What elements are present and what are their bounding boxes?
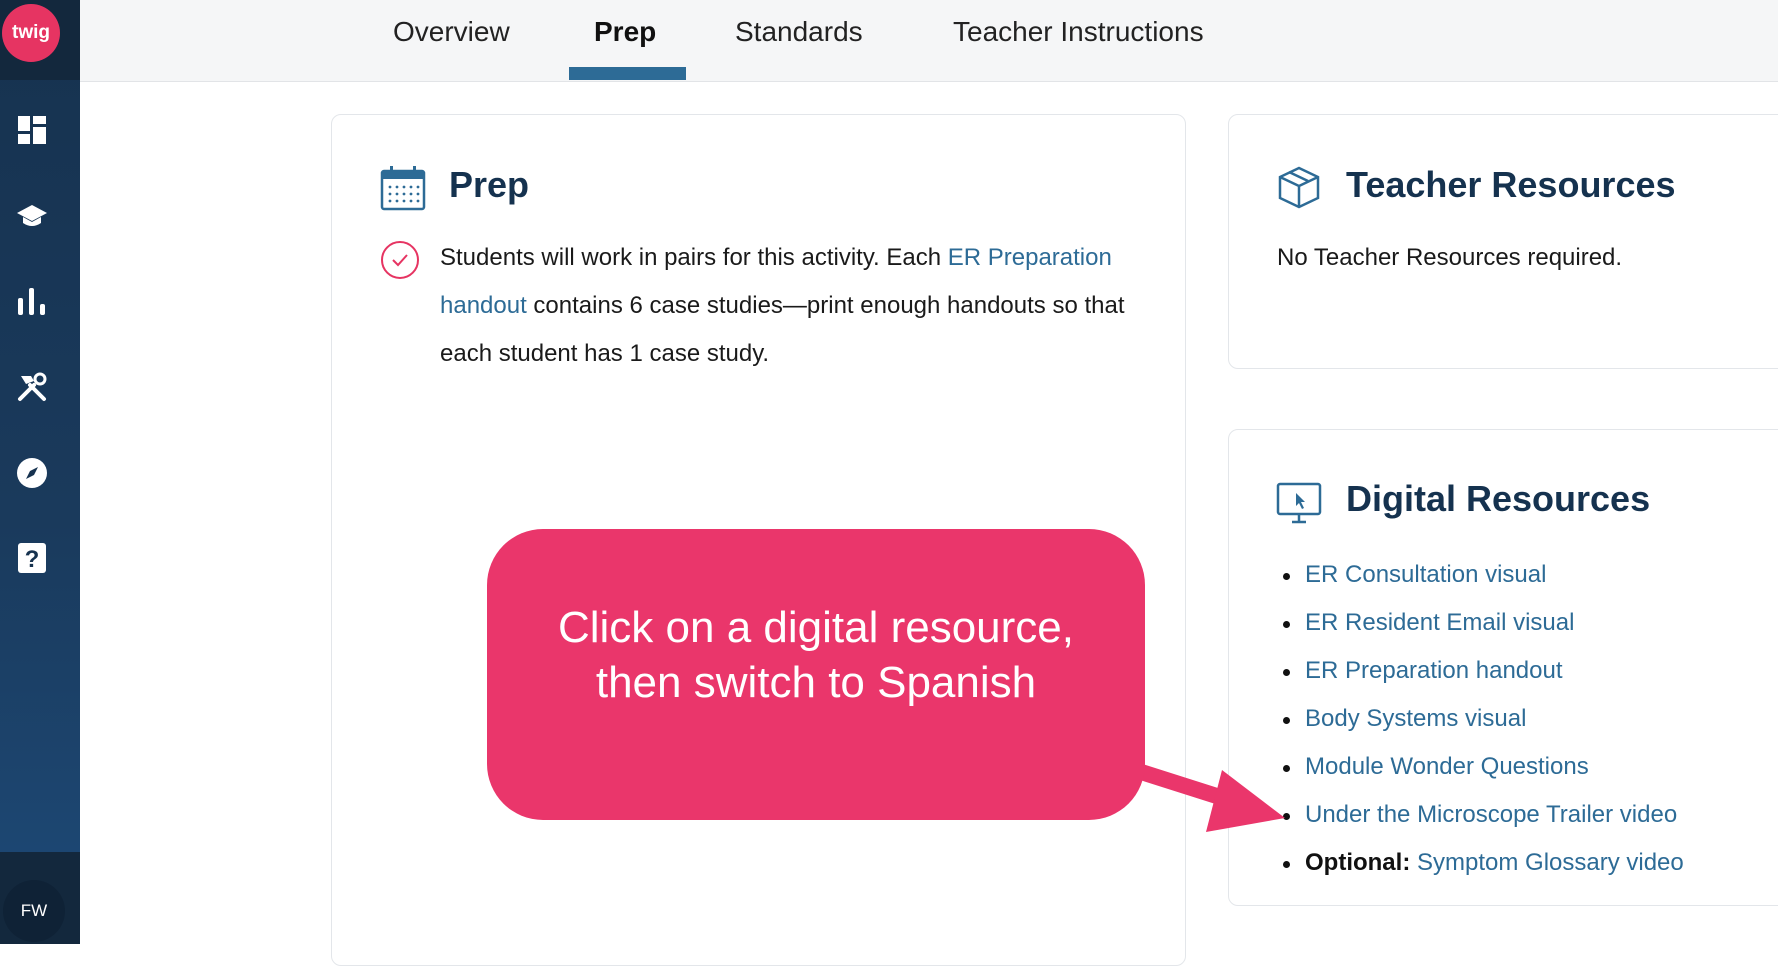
box-icon bbox=[1276, 164, 1322, 215]
callout-text: Click on a digital resource, then switch… bbox=[557, 602, 1074, 707]
callout-box: Click on a digital resource, then switch… bbox=[487, 529, 1145, 820]
list-item: Optional: Symptom Glossary video bbox=[1283, 839, 1684, 887]
compass-icon[interactable] bbox=[14, 455, 50, 491]
list-item: Under the Microscope Trailer video bbox=[1283, 791, 1684, 839]
er-consultation-visual-link[interactable]: ER Consultation visual bbox=[1305, 561, 1546, 588]
check-circle-icon bbox=[380, 240, 420, 285]
prep-instructions: Students will work in pairs for this act… bbox=[440, 244, 1125, 367]
symptom-glossary-video-link[interactable]: Symptom Glossary video bbox=[1410, 849, 1684, 876]
graduation-cap-icon[interactable] bbox=[14, 198, 50, 234]
list-item: ER Preparation handout bbox=[1283, 647, 1684, 695]
teacher-resources-text: No Teacher Resources required. bbox=[1277, 244, 1623, 271]
list-item: ER Consultation visual bbox=[1283, 551, 1684, 599]
tab-bar bbox=[80, 0, 1778, 82]
active-tab-indicator bbox=[569, 67, 686, 80]
body-systems-visual-link[interactable]: Body Systems visual bbox=[1305, 705, 1526, 732]
module-wonder-questions-link[interactable]: Module Wonder Questions bbox=[1305, 753, 1589, 780]
twig-logo[interactable]: twig bbox=[2, 4, 60, 62]
bar-chart-icon[interactable] bbox=[14, 283, 50, 319]
digital-resources-title: Digital Resources bbox=[1346, 478, 1651, 519]
dashboard-icon[interactable] bbox=[14, 112, 50, 148]
list-item: ER Resident Email visual bbox=[1283, 599, 1684, 647]
digital-resources-list: ER Consultation visual ER Resident Email… bbox=[1283, 551, 1684, 887]
tab-overview[interactable]: Overview bbox=[393, 16, 510, 48]
list-item: Module Wonder Questions bbox=[1283, 743, 1684, 791]
trailer-video-link[interactable]: Under the Microscope Trailer video bbox=[1305, 801, 1677, 828]
sidebar-footer: FW bbox=[0, 852, 80, 944]
user-avatar[interactable]: FW bbox=[3, 880, 65, 942]
optional-label: Optional: bbox=[1305, 849, 1411, 876]
tools-icon[interactable] bbox=[14, 369, 50, 405]
sidebar: twig ? FW bbox=[0, 0, 80, 944]
tab-prep[interactable]: Prep bbox=[594, 16, 656, 48]
teacher-resources-title: Teacher Resources bbox=[1346, 164, 1676, 205]
svg-text:?: ? bbox=[25, 546, 40, 573]
calendar-icon bbox=[380, 165, 426, 216]
tab-teacher-instructions[interactable]: Teacher Instructions bbox=[953, 16, 1204, 48]
monitor-cursor-icon bbox=[1276, 482, 1322, 529]
help-icon[interactable]: ? bbox=[14, 540, 50, 576]
er-preparation-handout-resource-link[interactable]: ER Preparation handout bbox=[1305, 657, 1563, 684]
prep-title: Prep bbox=[449, 164, 530, 205]
list-item: Body Systems visual bbox=[1283, 695, 1684, 743]
tab-standards[interactable]: Standards bbox=[735, 16, 863, 48]
er-resident-email-visual-link[interactable]: ER Resident Email visual bbox=[1305, 609, 1574, 636]
